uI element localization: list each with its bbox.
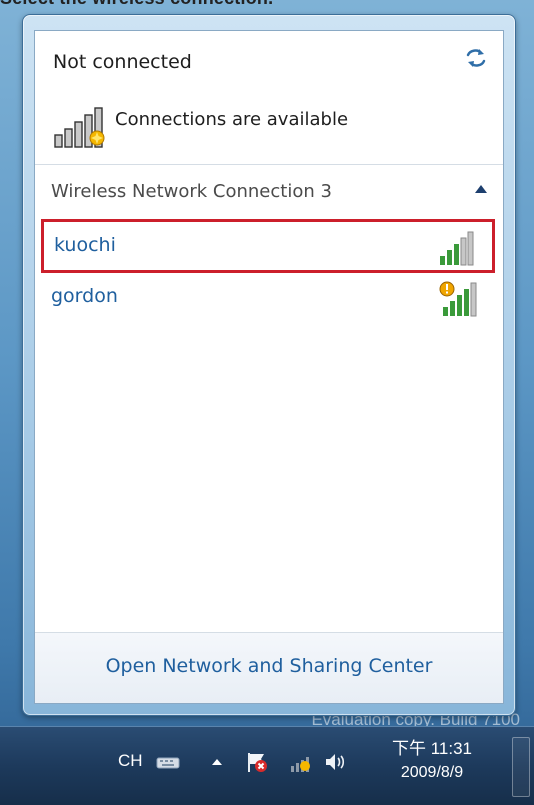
clock-time: 下午 11:31 — [391, 739, 472, 758]
system-clock[interactable]: 下午 11:31 2009/8/9 — [384, 737, 480, 785]
network-item-gordon[interactable]: gordon — [41, 273, 495, 327]
network-name: kuochi — [54, 234, 116, 256]
signal-strength-icon — [440, 231, 474, 266]
chevron-up-icon[interactable] — [473, 183, 489, 195]
connection-status-header: Not connected Connections are available — [35, 31, 503, 165]
show-desktop-button[interactable] — [512, 737, 530, 797]
keyboard-icon[interactable] — [155, 749, 181, 775]
clock-date: 2009/8/9 — [400, 764, 464, 781]
status-detail: Connections are available — [115, 109, 349, 130]
language-indicator[interactable]: CH — [118, 751, 143, 771]
flyout-footer: Open Network and Sharing Center — [35, 632, 503, 703]
section-title: Wireless Network Connection 3 — [51, 181, 332, 202]
status-title: Not connected — [53, 51, 192, 73]
taskbar: CH 下午 11:31 2009/8/9 — [0, 726, 534, 805]
open-network-sharing-center-link[interactable]: Open Network and Sharing Center — [35, 655, 503, 677]
signal-strength-warning-icon — [439, 281, 477, 317]
network-icon[interactable] — [288, 749, 314, 775]
volume-icon[interactable] — [322, 749, 348, 775]
wireless-section-header[interactable]: Wireless Network Connection 3 — [35, 165, 503, 213]
network-item-kuochi[interactable]: kuochi — [41, 219, 495, 273]
wireless-signal-available-icon — [54, 107, 105, 148]
network-name: gordon — [51, 285, 118, 307]
refresh-icon[interactable] — [463, 45, 489, 71]
network-flyout: Not connected Connections are available … — [34, 30, 504, 704]
caption-text: Select the wireless connection. — [0, 0, 273, 9]
show-hidden-icons-icon[interactable] — [204, 749, 230, 775]
action-center-flag-icon[interactable] — [244, 749, 270, 775]
